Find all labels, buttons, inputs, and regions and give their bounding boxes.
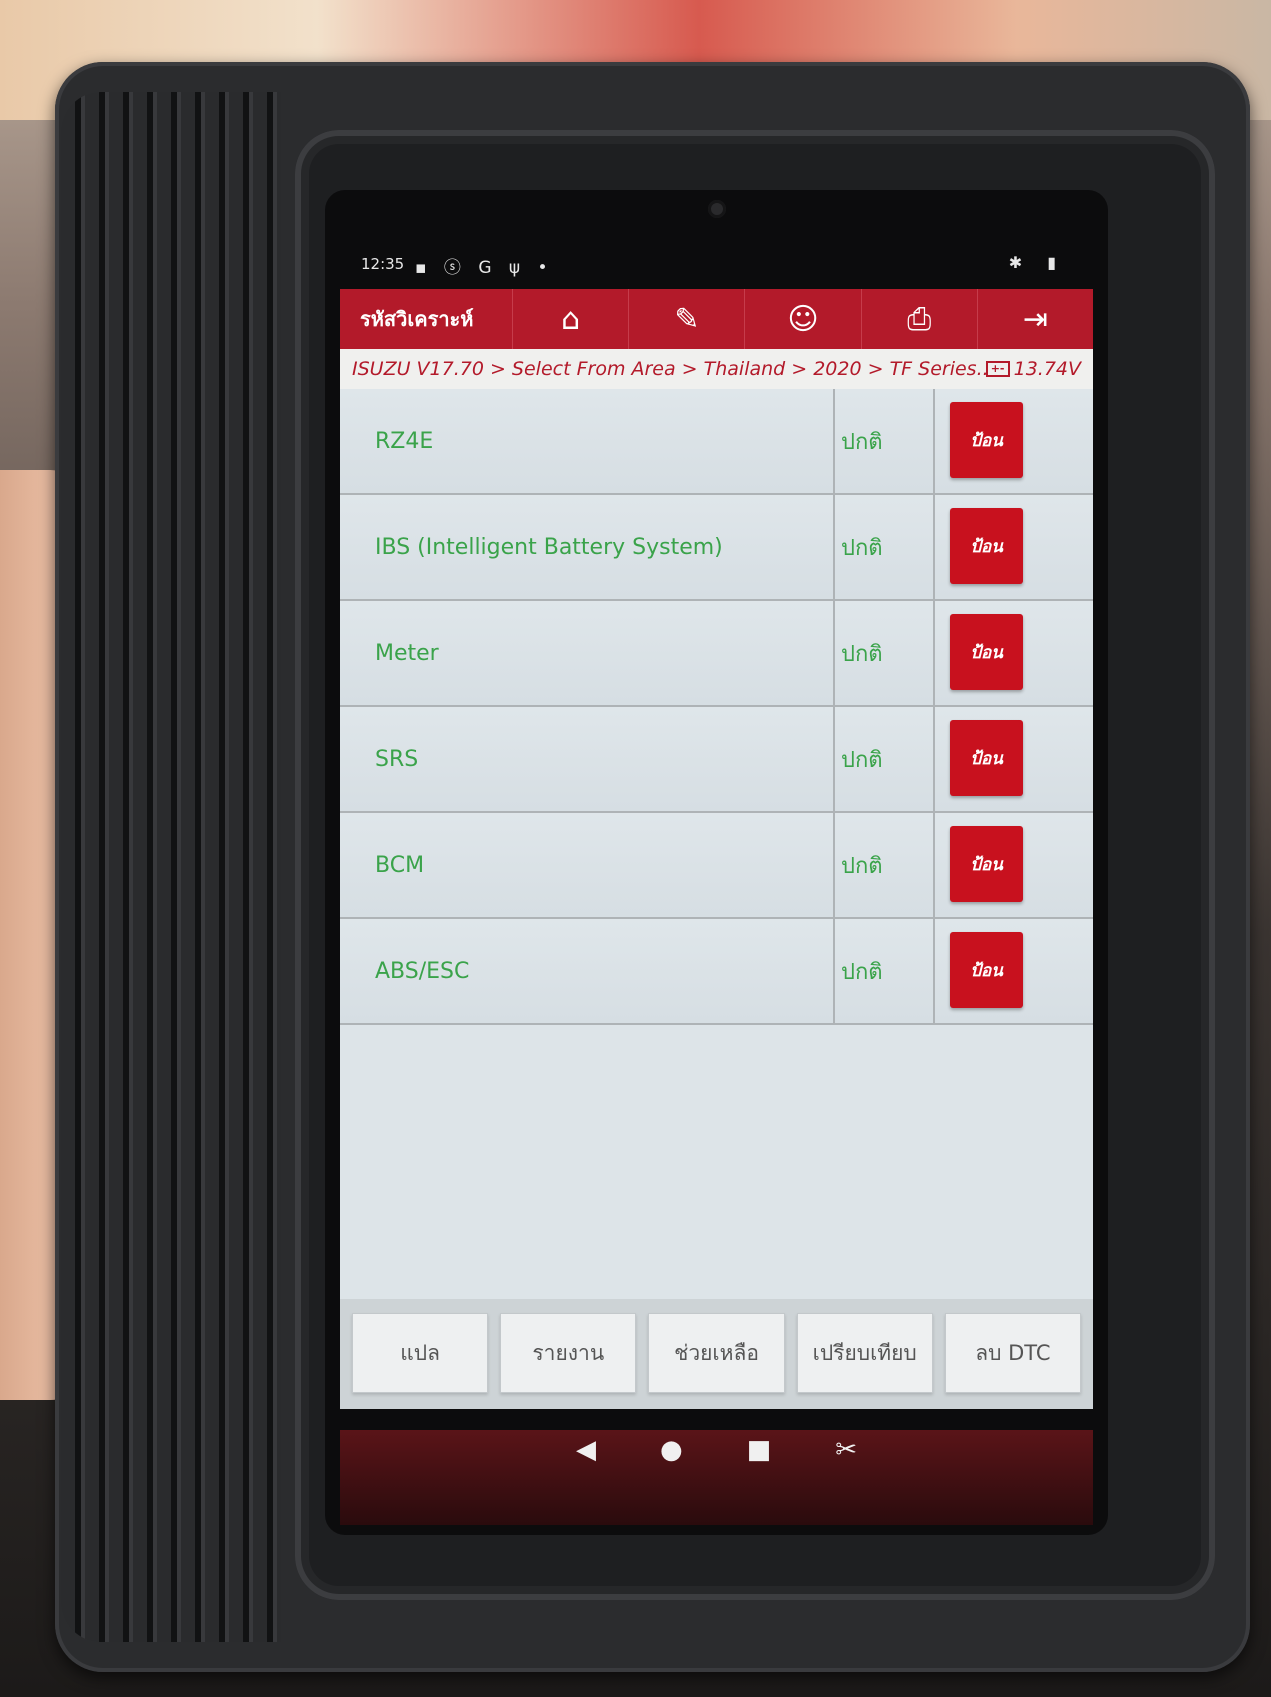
- user-icon: ☺: [787, 301, 819, 337]
- system-row: SRS ปกติ ป้อน: [340, 707, 1093, 813]
- print-button[interactable]: ⎙: [860, 289, 977, 349]
- home-button[interactable]: ⌂: [512, 289, 628, 349]
- top-toolbar: รหัสวิเคราะห์ ⌂ ✎ ☺ ⎙ ⇥: [340, 289, 1093, 349]
- enter-button[interactable]: ป้อน: [950, 614, 1023, 690]
- help-button[interactable]: ช่วยเหลือ: [648, 1313, 785, 1393]
- system-name: IBS (Intelligent Battery System): [340, 495, 835, 599]
- back-icon[interactable]: ◀: [576, 1435, 596, 1465]
- system-status: ปกติ: [835, 707, 935, 811]
- system-list: RZ4E ปกติ ป้อน IBS (Intelligent Battery …: [340, 389, 1093, 1025]
- exit-button[interactable]: ⇥: [976, 289, 1093, 349]
- status-system-icons: ✱ ▮: [1008, 253, 1066, 272]
- home-nav-icon[interactable]: ●: [660, 1435, 683, 1465]
- edit-icon: ✎: [674, 301, 700, 337]
- system-name: RZ4E: [340, 389, 835, 493]
- system-status: ปกติ: [835, 495, 935, 599]
- status-notification-icons: ▪ ⓢ G ψ •: [415, 258, 554, 278]
- system-status: ปกติ: [835, 389, 935, 493]
- screenshot-icon[interactable]: ✂: [835, 1435, 857, 1465]
- system-name: Meter: [340, 601, 835, 705]
- system-row: ABS/ESC ปกติ ป้อน: [340, 919, 1093, 1025]
- enter-button[interactable]: ป้อน: [950, 826, 1023, 902]
- recents-icon[interactable]: ■: [747, 1435, 772, 1465]
- report-button[interactable]: รายงาน: [500, 1313, 637, 1393]
- android-nav-bar: ◀ ● ■ ✂: [325, 1415, 1108, 1485]
- system-name: BCM: [340, 813, 835, 917]
- system-status: ปกติ: [835, 601, 935, 705]
- tablet-screen: 12:35 ▪ ⓢ G ψ • ✱ ▮ รหัสวิเคราะห์ ⌂ ✎ ☺ …: [325, 190, 1108, 1535]
- enter-button[interactable]: ป้อน: [950, 932, 1023, 1008]
- system-status: ปกติ: [835, 813, 935, 917]
- front-camera: [708, 200, 726, 218]
- clear-dtc-button[interactable]: ลบ DTC: [944, 1313, 1082, 1393]
- system-row: RZ4E ปกติ ป้อน: [340, 389, 1093, 495]
- compare-button[interactable]: เปรียบเทียบ: [796, 1313, 933, 1393]
- print-icon: ⎙: [907, 301, 932, 337]
- system-name: SRS: [340, 707, 835, 811]
- translate-button[interactable]: แปล: [352, 1313, 489, 1393]
- enter-button[interactable]: ป้อน: [950, 402, 1023, 478]
- status-bar: 12:35 ▪ ⓢ G ψ • ✱ ▮: [325, 250, 1108, 280]
- enter-button[interactable]: ป้อน: [950, 508, 1023, 584]
- toolbar-title: รหัสวิเคราะห์: [360, 307, 474, 331]
- system-row: Meter ปกติ ป้อน: [340, 601, 1093, 707]
- voltage-value: 13.74V: [1013, 358, 1081, 380]
- rubber-grip: [61, 92, 281, 1642]
- edit-button[interactable]: ✎: [628, 289, 744, 349]
- home-icon: ⌂: [561, 301, 581, 337]
- breadcrumb: ISUZU V17.70 > Select From Area > Thaila…: [340, 349, 1093, 389]
- user-button[interactable]: ☺: [744, 289, 860, 349]
- system-row: BCM ปกติ ป้อน: [340, 813, 1093, 919]
- bottom-action-bar: แปล รายงาน ช่วยเหลือ เปรียบเทียบ ลบ DTC: [340, 1299, 1093, 1409]
- breadcrumb-path: ISUZU V17.70 > Select From Area > Thaila…: [352, 358, 986, 380]
- system-row: IBS (Intelligent Battery System) ปกติ ป้…: [340, 495, 1093, 601]
- status-time: 12:35: [361, 255, 405, 273]
- battery-icon: +-: [985, 361, 1010, 377]
- battery-voltage: +- 13.74V: [985, 358, 1093, 380]
- system-status: ปกติ: [835, 919, 935, 1023]
- enter-button[interactable]: ป้อน: [950, 720, 1023, 796]
- diagnostic-app: รหัสวิเคราะห์ ⌂ ✎ ☺ ⎙ ⇥ ISUZU V17.70 > S…: [340, 289, 1093, 1409]
- system-name: ABS/ESC: [340, 919, 835, 1023]
- exit-icon: ⇥: [1022, 301, 1048, 337]
